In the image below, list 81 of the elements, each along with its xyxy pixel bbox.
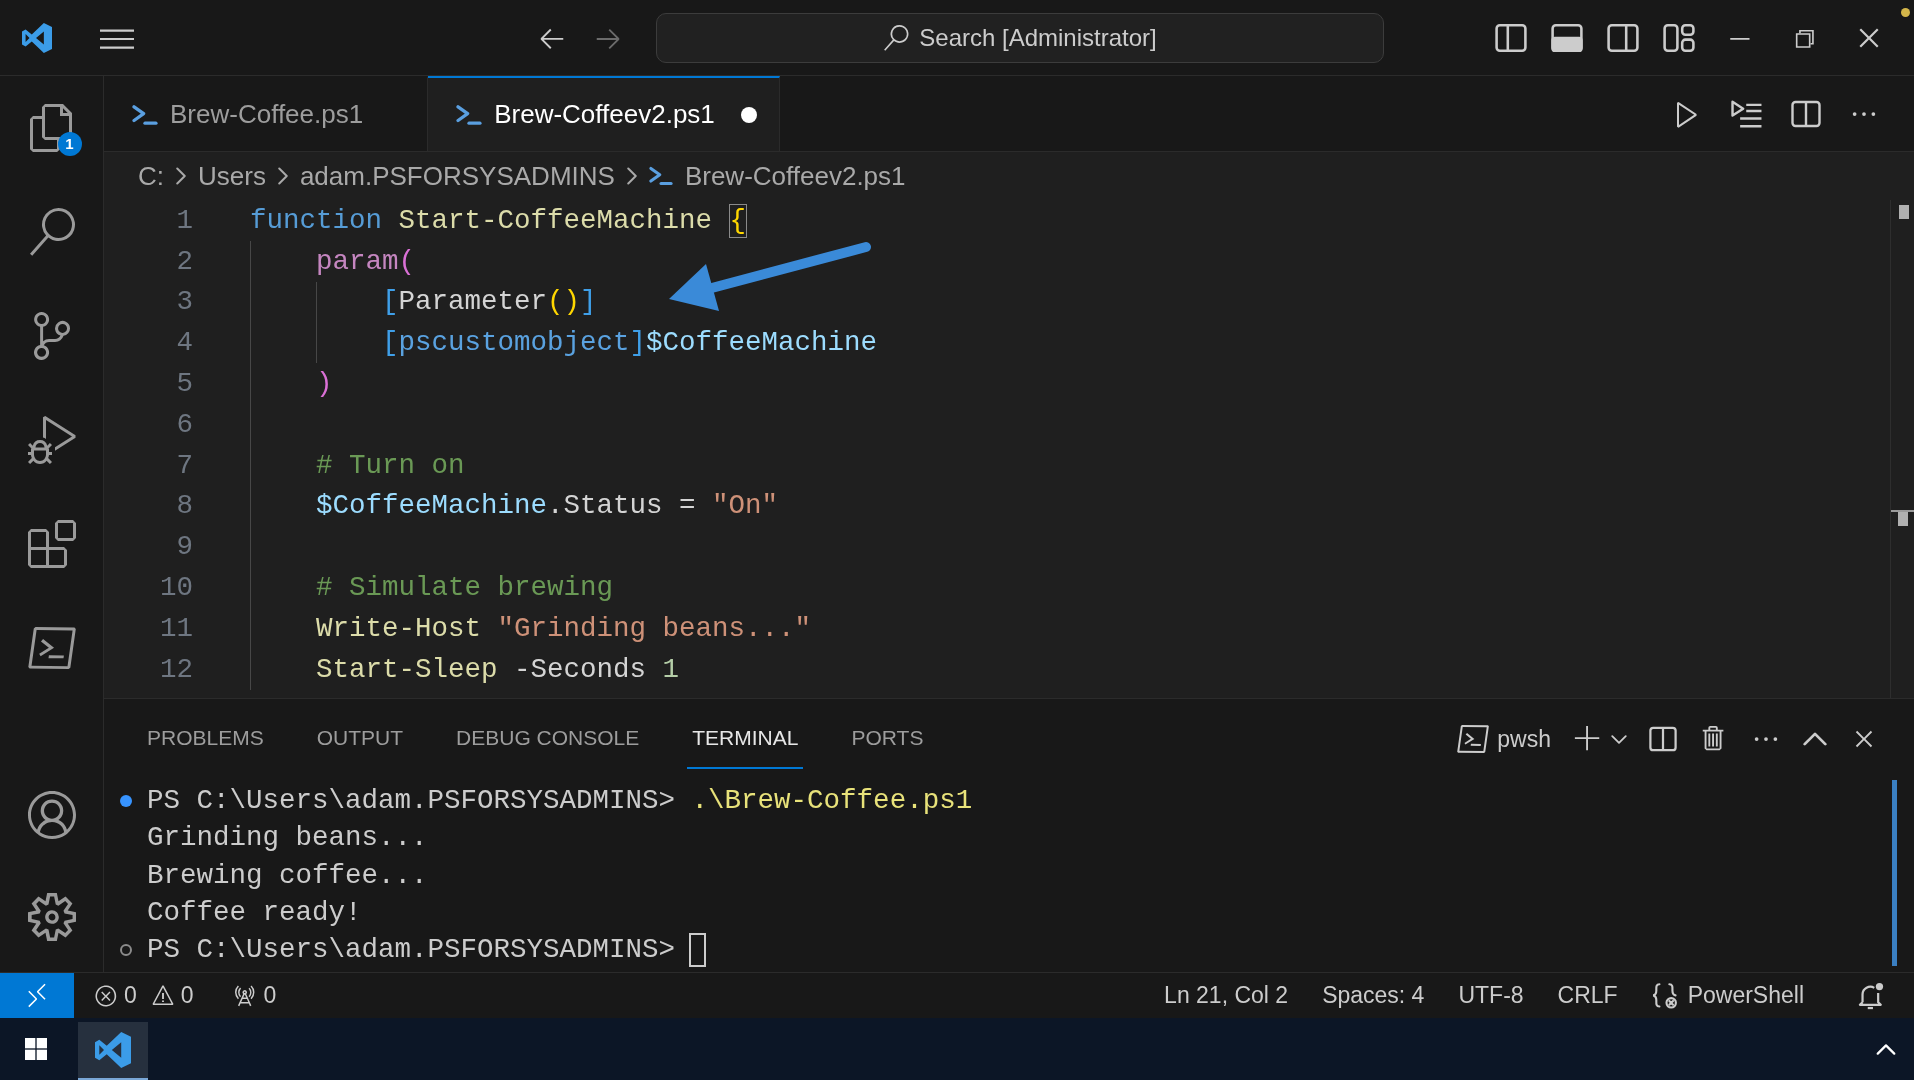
line-number: 10 <box>159 570 193 605</box>
line-number: 11 <box>159 611 193 646</box>
account-icon[interactable] <box>27 791 76 839</box>
breadcrumb-item[interactable]: Brew-Coffeev2.ps1 <box>684 156 906 196</box>
language-mode-button[interactable]: PowerShell <box>1641 978 1814 1013</box>
chevron-right-icon <box>626 167 637 185</box>
taskbar-app-button[interactable] <box>78 1022 148 1080</box>
status-bar-item[interactable]: UTF-8 <box>1448 978 1534 1013</box>
split-view-icon[interactable] <box>1791 99 1821 128</box>
terminal-icon <box>1457 723 1490 755</box>
chevron-down-icon[interactable] <box>1611 734 1627 744</box>
settings-icon[interactable] <box>27 893 76 941</box>
terminal-output: Grinding beans... <box>147 821 428 856</box>
terminal-output: Coffee ready! <box>147 895 362 930</box>
panel-tab[interactable]: PROBLEMS <box>142 709 269 769</box>
status-bar-item[interactable]: Spaces: 4 <box>1312 978 1435 1013</box>
chevron-right-icon <box>277 167 288 185</box>
status-bar-item[interactable]: CRLF <box>1547 978 1628 1013</box>
play-bug-icon[interactable] <box>27 416 76 464</box>
terminal-prompt: PS C:\Users\adam.PSFORSYSADMINS> <box>147 784 676 819</box>
line-number: 12 <box>159 652 193 687</box>
terminal-command: .\Brew-Coffee.ps1 <box>691 784 973 819</box>
terminal-icon[interactable] <box>27 624 76 672</box>
layout-left-pane-icon[interactable] <box>1495 22 1527 53</box>
notification-badge: 1 <box>57 132 82 156</box>
bell-icon[interactable] <box>1858 981 1884 1010</box>
app-logo-icon[interactable] <box>22 22 52 53</box>
line-number: 9 <box>175 530 193 565</box>
editor-tab[interactable]: Brew-Coffeev2.ps1 <box>428 76 780 151</box>
line-number: 2 <box>175 244 193 279</box>
panel-tab[interactable]: OUTPUT <box>311 709 409 769</box>
line-number: 5 <box>175 366 193 401</box>
layout-bottom-panel-icon[interactable] <box>1551 22 1583 53</box>
code-line: Start-Sleep -Seconds 1 <box>316 652 680 687</box>
error-icon <box>94 983 118 1008</box>
line-number: 8 <box>175 489 193 524</box>
terminal-prompt-icon <box>648 166 673 186</box>
app-logo-icon[interactable] <box>95 1032 131 1068</box>
ports-button[interactable]: 0 <box>231 978 277 1013</box>
code-line: [pscustomobject]$CoffeeMachine <box>382 326 878 361</box>
terminal-output: Brewing coffee... <box>147 858 428 893</box>
search-field[interactable]: Search [Administrator] <box>656 12 1384 63</box>
chevron-right-icon <box>176 167 186 185</box>
start-menu-icon[interactable] <box>25 1038 47 1060</box>
chevron-up-icon[interactable] <box>1803 732 1827 746</box>
panel-tab[interactable]: DEBUG CONSOLE <box>451 709 645 769</box>
search-icon <box>883 24 910 51</box>
breadcrumb-item[interactable]: C: <box>138 156 164 196</box>
code-line: Write-Host "Grinding beans..." <box>316 611 812 646</box>
code-line: # Simulate brewing <box>316 570 614 605</box>
layout-right-pane-icon[interactable] <box>1607 22 1639 53</box>
panel-tab[interactable]: PORTS <box>846 709 929 769</box>
braces-icon <box>1651 982 1678 1009</box>
breadcrumb-item[interactable]: Users <box>198 156 266 196</box>
line-number: 3 <box>175 285 193 320</box>
line-number: 4 <box>175 326 193 361</box>
overview-mark-icon <box>1899 205 1909 219</box>
overview-mark-icon <box>1891 510 1914 526</box>
terminal-prompt-icon <box>456 103 483 126</box>
code-line: $CoffeeMachine.Status = "On" <box>316 489 779 524</box>
problems-button[interactable]: 0 0 <box>94 978 194 1013</box>
layout-grid-icon[interactable] <box>1663 22 1695 53</box>
panel-tab[interactable]: TERMINAL <box>687 709 804 769</box>
code-line: # Turn on <box>316 448 465 483</box>
warning-icon <box>150 983 175 1008</box>
code-line: function Start-CoffeeMachine { <box>250 202 748 240</box>
search-icon[interactable] <box>27 208 76 256</box>
terminal-prompt: PS C:\Users\adam.PSFORSYSADMINS> <box>147 933 676 968</box>
run-lines-icon[interactable] <box>1731 98 1763 129</box>
breadcrumb-item[interactable]: adam.PSFORSYSADMINS <box>299 156 615 196</box>
line-number: 7 <box>175 448 193 483</box>
split-view-icon[interactable] <box>1649 726 1677 752</box>
extensions-icon[interactable] <box>27 520 76 568</box>
code-line: param( <box>316 244 416 279</box>
line-number: 1 <box>175 203 193 238</box>
terminal-prompt-icon <box>132 103 158 126</box>
terminal-profile-button[interactable]: pwsh <box>1457 721 1551 757</box>
code-line: [Parameter()] <box>382 285 597 320</box>
line-number: 6 <box>175 407 193 442</box>
status-bar-item[interactable]: Ln 21, Col 2 <box>1154 978 1299 1013</box>
code-line: ) <box>316 366 333 401</box>
